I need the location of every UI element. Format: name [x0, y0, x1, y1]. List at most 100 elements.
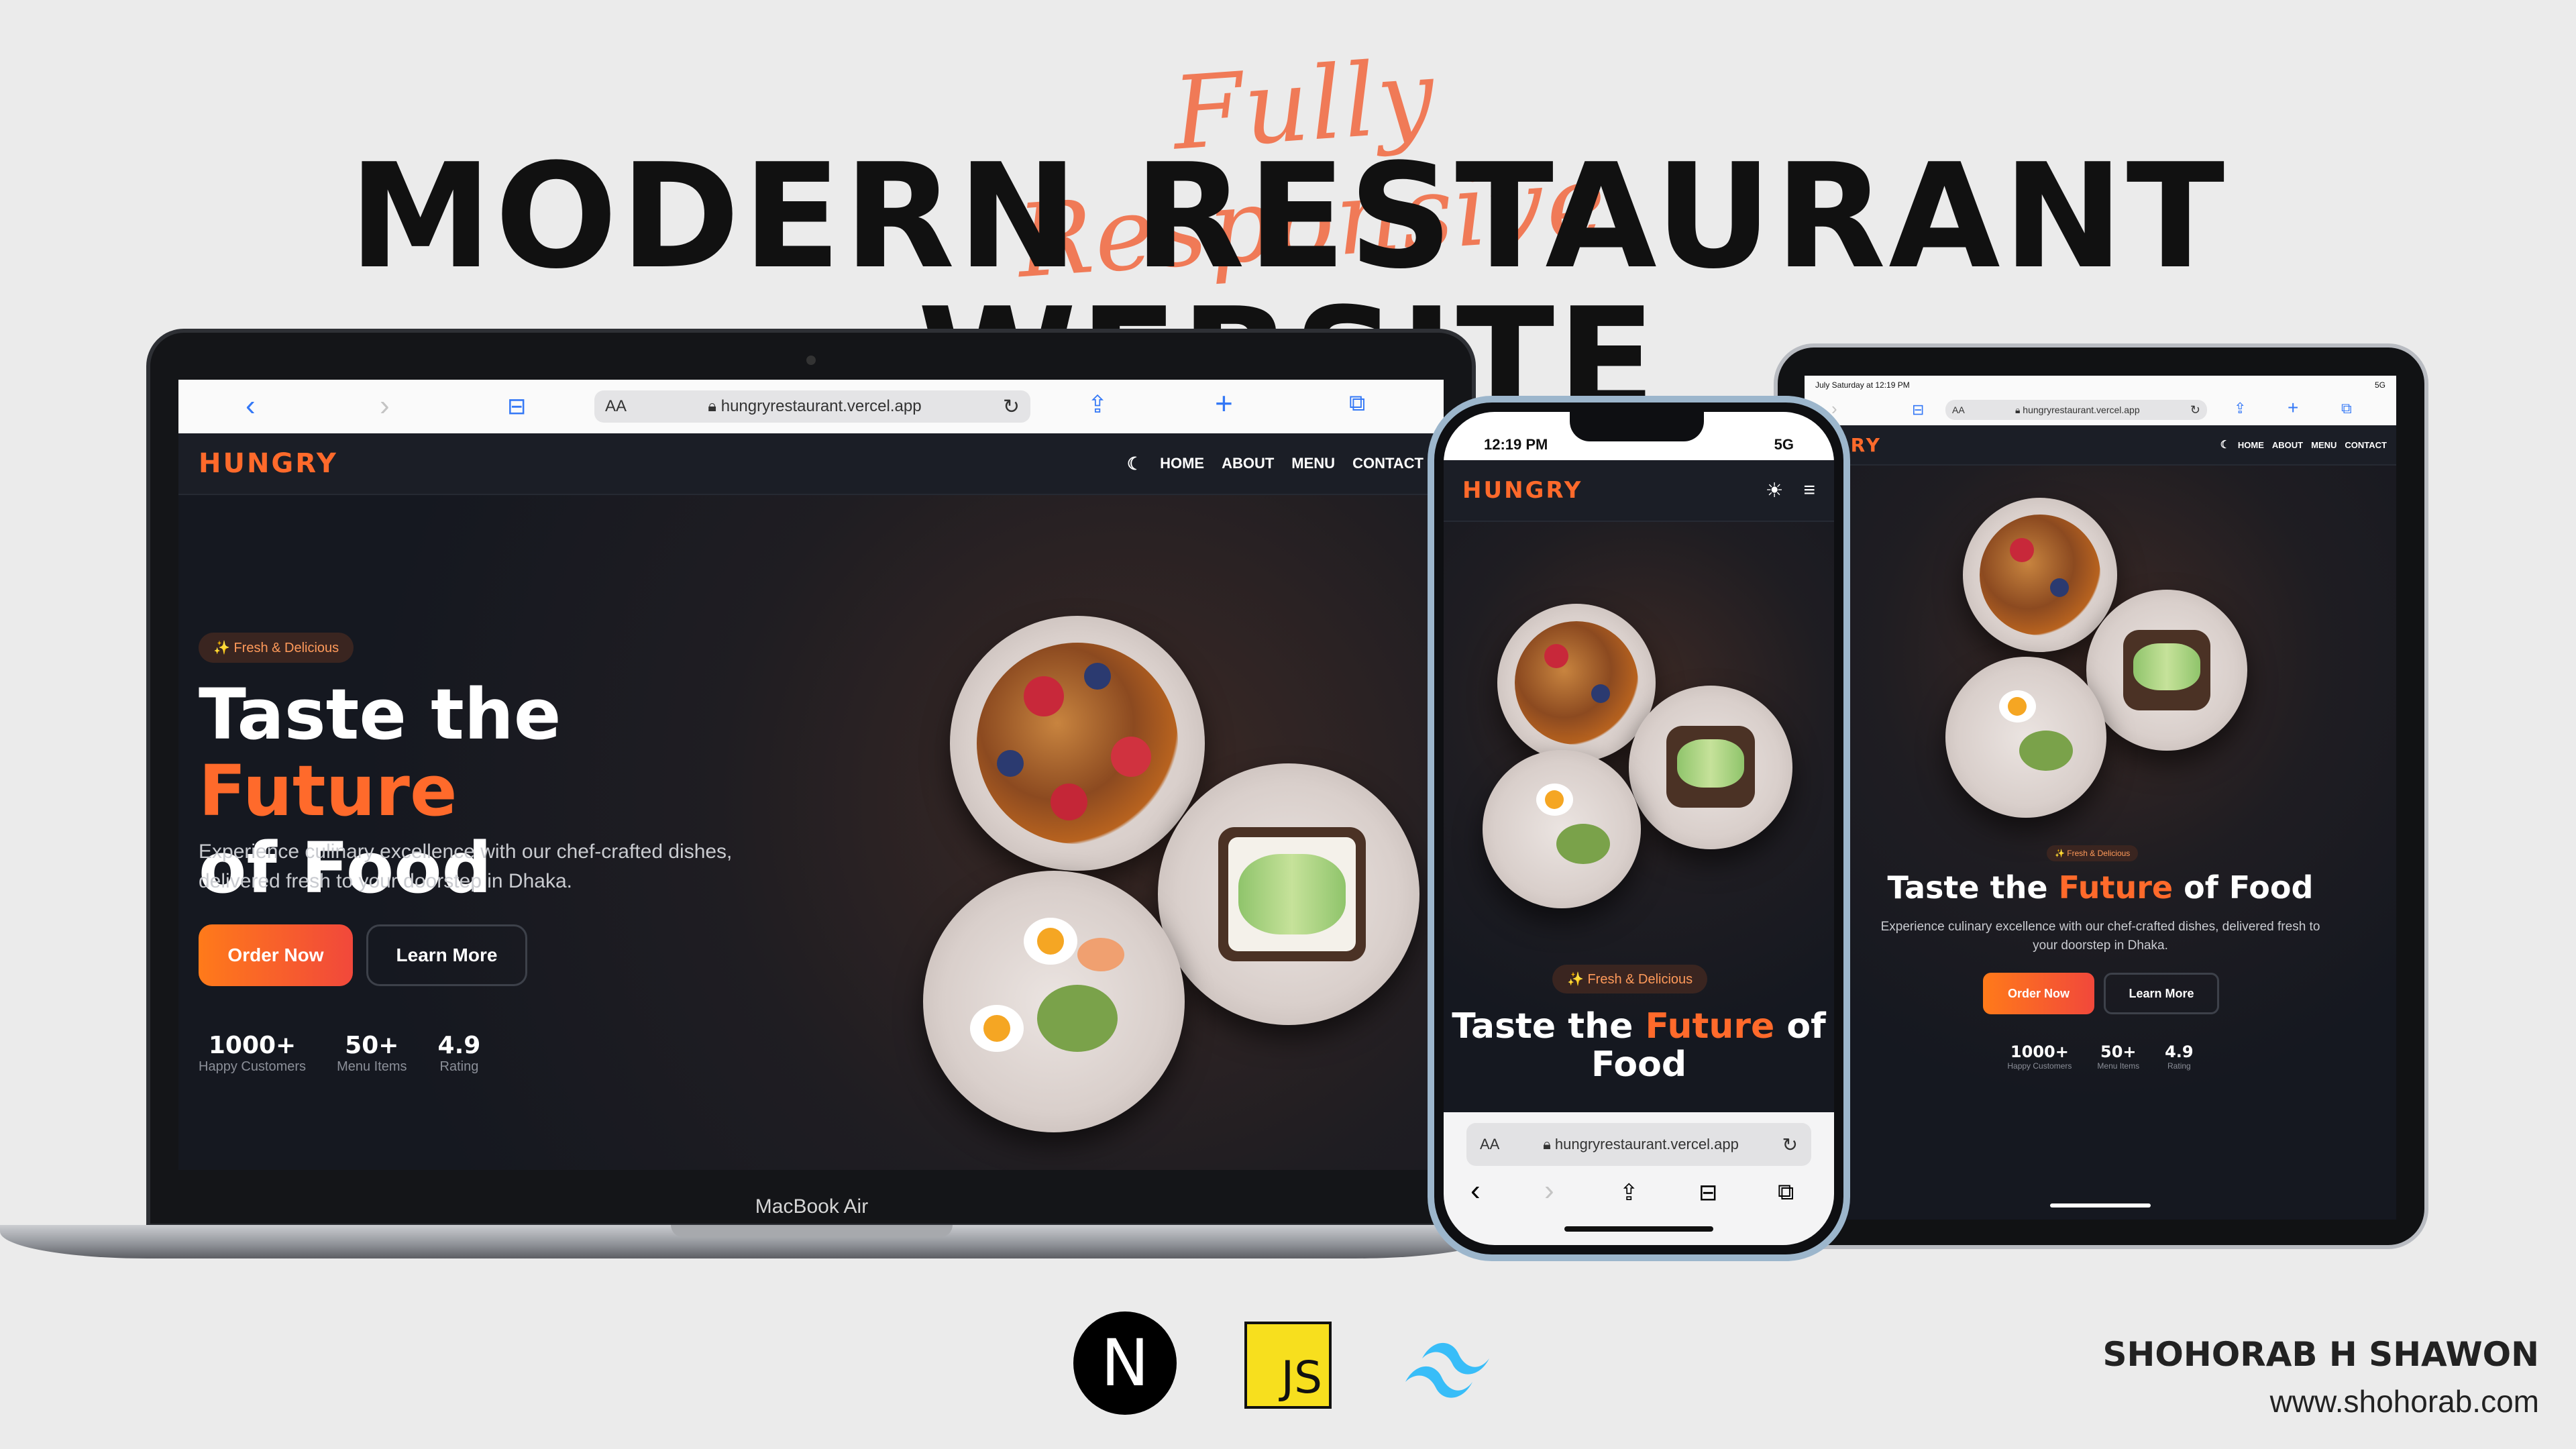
hero-title-part2: of	[1774, 1006, 1826, 1046]
nav-about[interactable]: ABOUT	[1222, 455, 1274, 472]
avocado	[1238, 854, 1346, 934]
bookmarks-icon[interactable]: ⊟	[507, 393, 527, 420]
text-size-button[interactable]: AA	[605, 397, 627, 416]
text-size-button[interactable]: AA	[1480, 1136, 1499, 1153]
tablet-status-bar: July Saturday at 12:19 PM 5G	[1805, 376, 2396, 394]
learn-more-button[interactable]: Learn More	[366, 924, 527, 986]
blueberry	[997, 750, 1024, 777]
blueberry	[1084, 663, 1111, 690]
author-website[interactable]: www.shohorab.com	[2103, 1383, 2539, 1419]
site-logo[interactable]: HUNGRY	[1462, 477, 1582, 504]
forward-icon[interactable]: ›	[380, 389, 390, 423]
order-now-button[interactable]: Order Now	[199, 924, 353, 986]
phone-hero: ✨ Fresh & Delicious Taste the Future of …	[1444, 522, 1834, 1112]
hero-title-accent: Future	[199, 750, 458, 833]
share-icon[interactable]: ⇪	[1619, 1179, 1639, 1206]
order-now-button[interactable]: Order Now	[1983, 973, 2094, 1014]
url-text: 🔒︎ hungryrestaurant.vercel.app	[2015, 405, 2140, 416]
hero-badge: ✨ Fresh & Delicious	[2047, 845, 2139, 861]
plate-avocado-toast-image	[1629, 686, 1792, 849]
avocado	[1677, 739, 1744, 788]
new-tab-icon[interactable]: +	[1215, 385, 1233, 421]
nav-menu[interactable]: MENU	[1291, 455, 1335, 472]
tablet-time: July Saturday at 12:19 PM	[1815, 380, 1910, 390]
bookmarks-icon[interactable]: ⊟	[1699, 1179, 1718, 1206]
back-icon[interactable]: ‹	[1470, 1174, 1481, 1208]
hero-title-part1: Taste the	[1452, 1006, 1646, 1046]
lock-icon: 🔒︎	[1543, 1136, 1555, 1152]
plate-granola-image	[950, 616, 1205, 871]
tablet-signal: 5G	[2374, 380, 2385, 390]
laptop-address-bar[interactable]: AA 🔒︎ hungryrestaurant.vercel.app ↻	[594, 390, 1030, 423]
new-tab-icon[interactable]: +	[2288, 397, 2298, 419]
plate-granola-image	[1497, 604, 1656, 762]
nav-menu[interactable]: MENU	[2311, 440, 2337, 450]
nav-home[interactable]: HOME	[2238, 440, 2264, 450]
plate-avocado-toast-image	[1158, 763, 1419, 1025]
stat-menu-items: 50+ Menu Items	[2097, 1042, 2139, 1071]
hero-title: Taste the Future of Food	[1444, 1006, 1834, 1084]
yolk	[1545, 790, 1564, 809]
nextjs-letter: N	[1101, 1326, 1149, 1401]
yolk	[1037, 928, 1064, 955]
learn-more-button[interactable]: Learn More	[2104, 973, 2219, 1014]
url-value: hungryrestaurant.vercel.app	[1554, 1136, 1739, 1152]
bookmarks-icon[interactable]: ⊟	[1912, 401, 1924, 419]
granola	[1515, 621, 1638, 745]
stat-label: Happy Customers	[199, 1059, 307, 1074]
reload-icon[interactable]: ↻	[2190, 403, 2200, 417]
laptop-notch	[671, 1225, 953, 1237]
phone-time: 12:19 PM	[1484, 436, 1548, 453]
nav-contact[interactable]: CONTACT	[1352, 455, 1424, 472]
laptop-hero: ✨ Fresh & Delicious Taste the Future of …	[178, 495, 1444, 1170]
stat-rating: 4.9 Rating	[2165, 1042, 2194, 1071]
site-logo[interactable]: HUNGRY	[199, 448, 338, 479]
hero-stats: 1000+ Happy Customers 50+ Menu Items 4.9 Ra…	[1805, 1042, 2396, 1071]
granola	[1980, 515, 2100, 635]
plate-avocado-toast-image	[2086, 590, 2247, 751]
nav-contact[interactable]: CONTACT	[2345, 440, 2387, 450]
url-value: hungryrestaurant.vercel.app	[2023, 404, 2140, 415]
back-icon[interactable]: ‹	[246, 389, 256, 423]
shrimp	[1077, 938, 1124, 971]
author-name: SHOHORAB H SHAWON	[2102, 1335, 2540, 1374]
tablet-site-nav: HUNGRY ☾ HOME ABOUT MENU CONTACT	[1805, 425, 2396, 466]
stat-value: 4.9	[2165, 1042, 2194, 1061]
theme-toggle-moon-icon[interactable]: ☾	[1127, 453, 1142, 474]
theme-toggle-sun-icon[interactable]: ☀	[1766, 479, 1784, 502]
share-icon[interactable]: ⇪	[1087, 390, 1108, 419]
greens	[1556, 824, 1610, 864]
plate-egg-salad-image	[1483, 750, 1641, 908]
nav-about[interactable]: ABOUT	[2272, 440, 2303, 450]
stat-customers: 1000+ Happy Customers	[2007, 1042, 2072, 1071]
reload-icon[interactable]: ↻	[1003, 395, 1020, 419]
yolk	[2008, 697, 2027, 716]
phone-browser-bar: AA 🔒︎ hungryrestaurant.vercel.app ↻ ‹ › …	[1444, 1112, 1834, 1245]
tablet-address-bar[interactable]: AA 🔒︎ hungryrestaurant.vercel.app ↻	[1945, 400, 2207, 420]
laptop-screen: ‹ › ⊟ AA 🔒︎ hungryrestaurant.vercel.app …	[178, 380, 1444, 1170]
phone-dynamic-island	[1570, 411, 1704, 441]
lock-icon: 🔒︎	[708, 397, 721, 415]
hamburger-menu-icon[interactable]: ≡	[1803, 479, 1815, 502]
theme-toggle-moon-icon[interactable]: ☾	[2220, 438, 2230, 451]
hero-description: Experience culinary excellence with our …	[1880, 920, 2320, 953]
tabs-icon[interactable]: ⧉	[2341, 400, 2352, 417]
stat-customers: 1000+ Happy Customers	[199, 1032, 306, 1075]
reload-icon[interactable]: ↻	[1782, 1134, 1798, 1156]
tablet-hero: ✨ Fresh & Delicious Taste the Future of …	[1805, 466, 2396, 1220]
share-icon[interactable]: ⇪	[2234, 400, 2246, 417]
nav-home[interactable]: HOME	[1160, 455, 1204, 472]
nav-links: ☾ HOME ABOUT MENU CONTACT	[1127, 453, 1424, 474]
lock-icon: 🔒︎	[2015, 404, 2023, 415]
stat-value: 4.9	[437, 1032, 481, 1059]
tabs-icon[interactable]: ⧉	[1778, 1179, 1794, 1205]
tablet-browser-bar: › ⊟ AA 🔒︎ hungryrestaurant.vercel.app ↻ …	[1805, 394, 2396, 425]
tabs-icon[interactable]: ⧉	[1349, 390, 1365, 417]
blueberry	[2050, 578, 2069, 597]
phone-address-bar[interactable]: AA 🔒︎ hungryrestaurant.vercel.app ↻	[1466, 1123, 1811, 1166]
text-size-button[interactable]: AA	[1952, 405, 1965, 415]
forward-icon[interactable]: ›	[1544, 1174, 1554, 1208]
phone-screen: 12:19 PM 5G HUNGRY ☀ ≡ ✨ Fresh & Delicio…	[1444, 412, 1834, 1245]
url-value: hungryrestaurant.vercel.app	[720, 397, 922, 415]
home-indicator	[1564, 1226, 1713, 1232]
